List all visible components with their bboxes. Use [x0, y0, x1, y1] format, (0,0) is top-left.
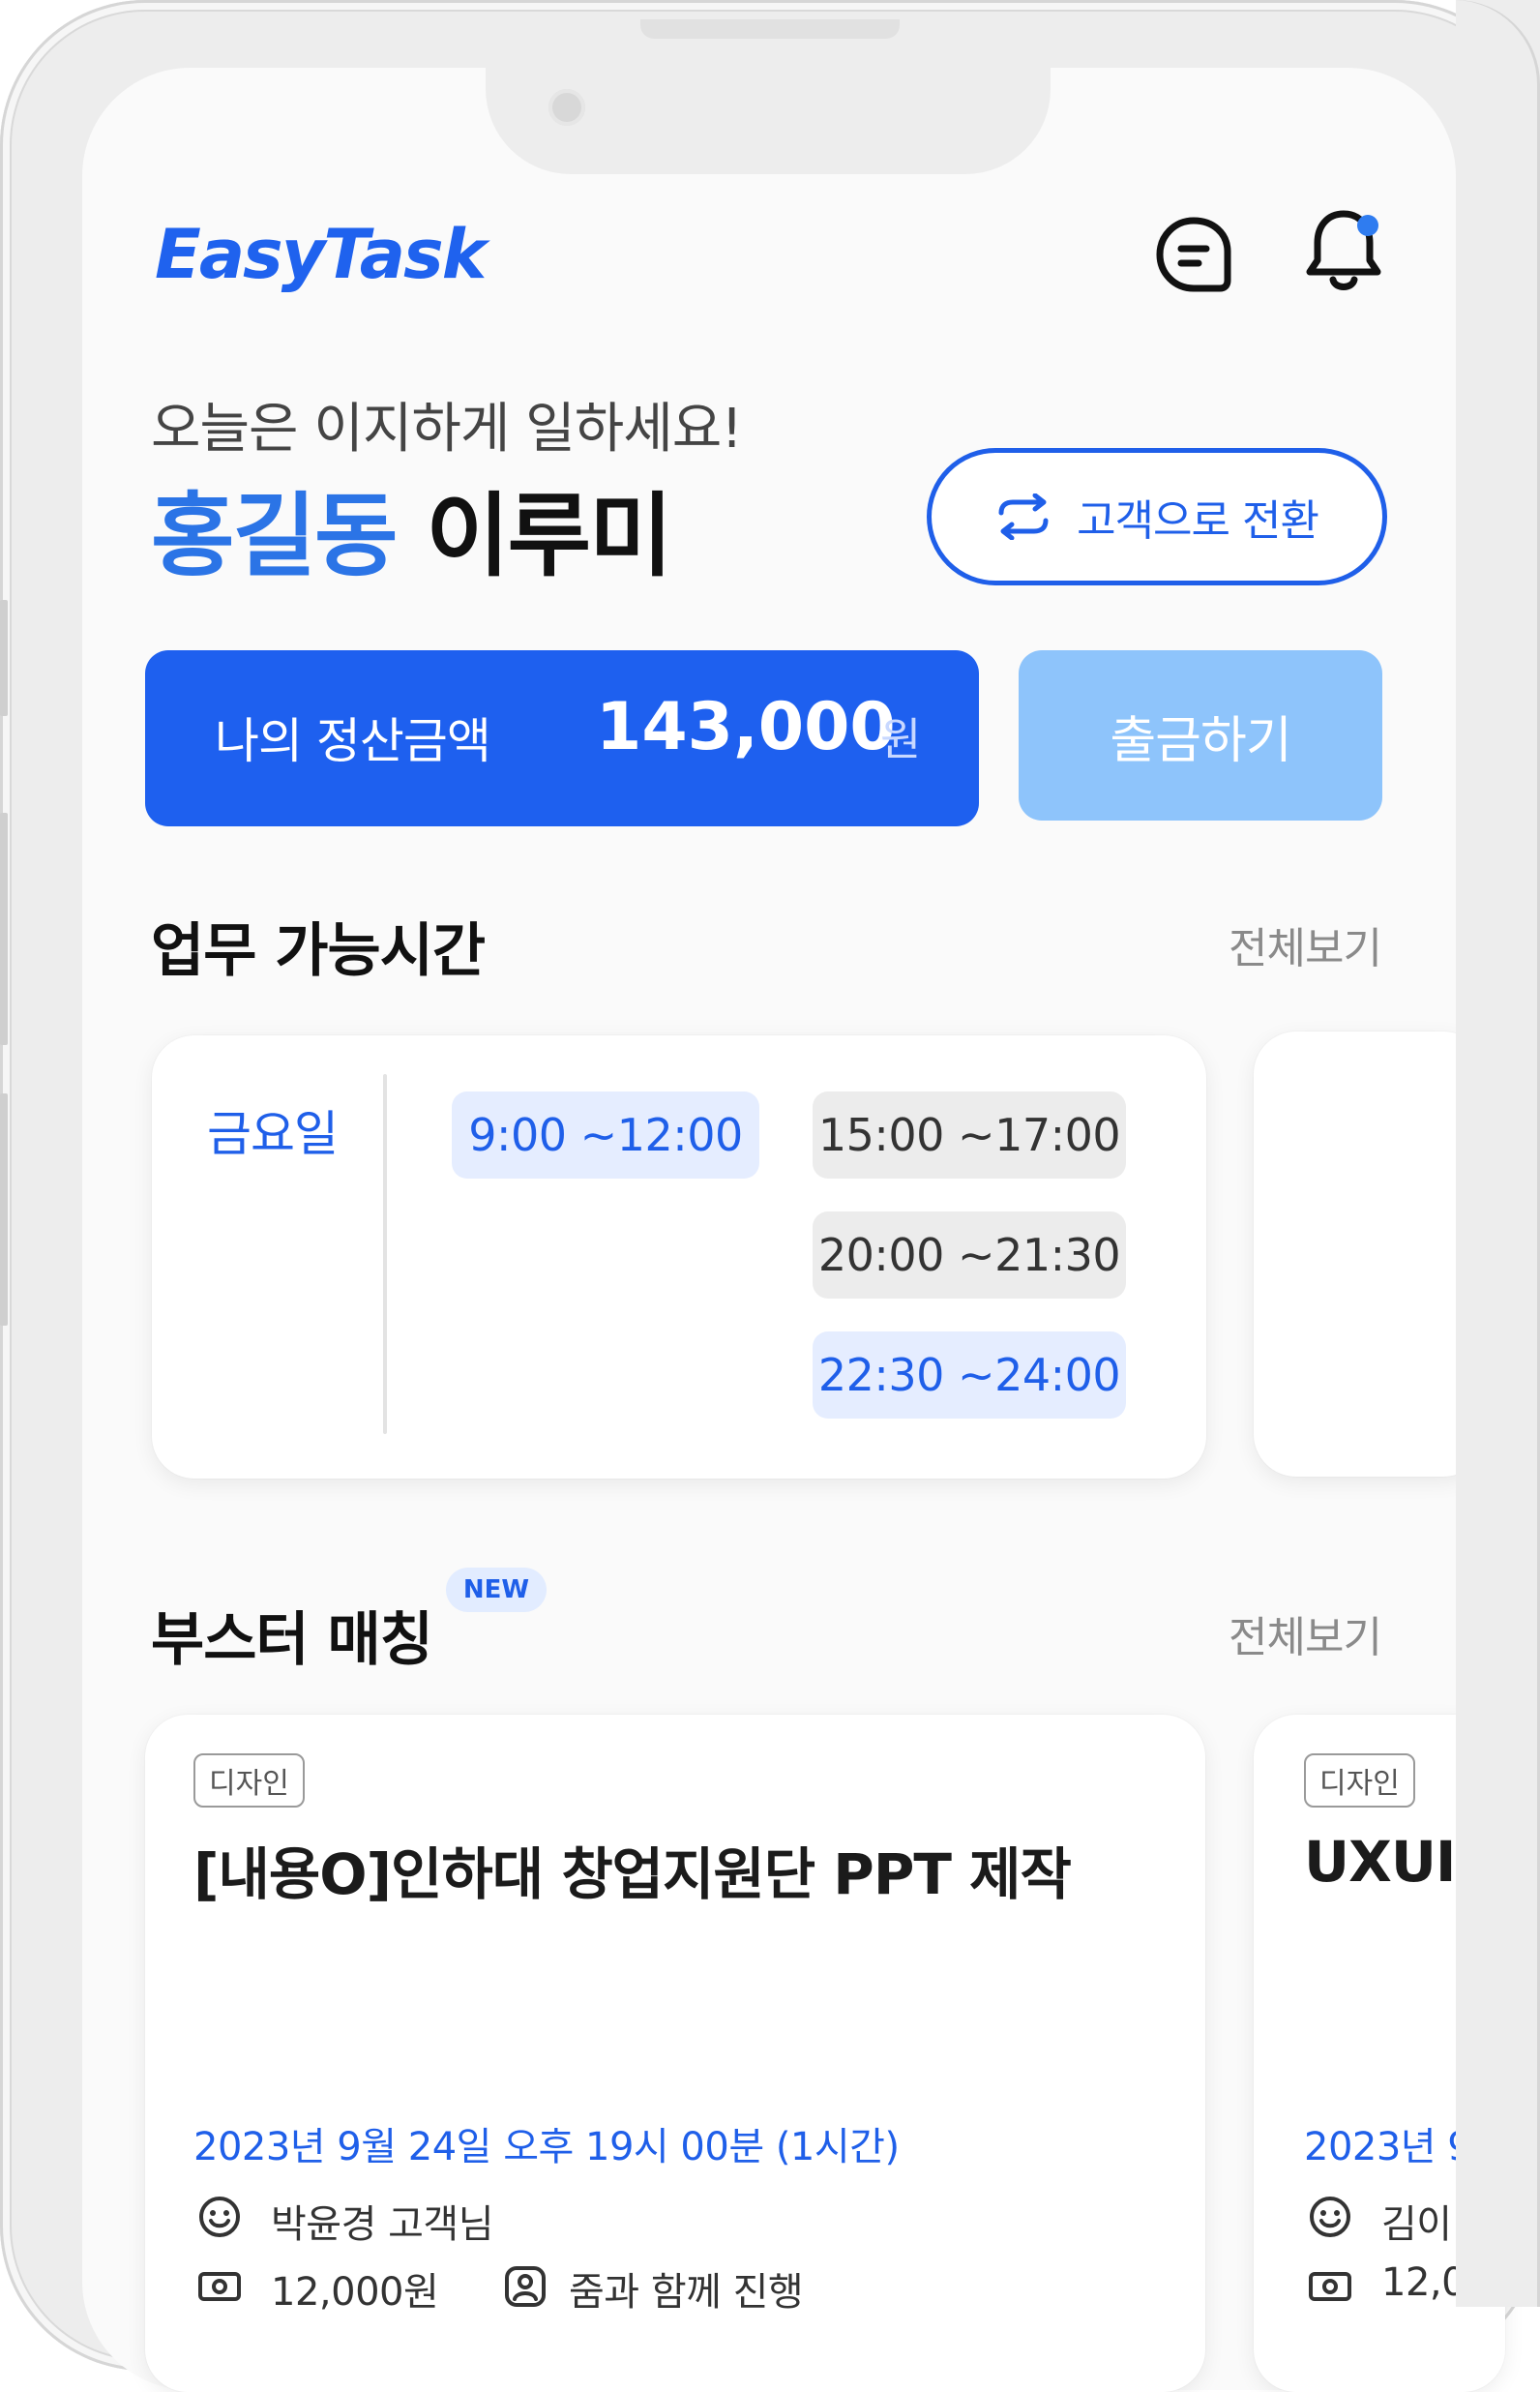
booster-view-all-link[interactable]: 전체보기	[1229, 1602, 1382, 1664]
bell-icon	[1306, 210, 1381, 290]
client-name: 김이	[1381, 2202, 1452, 2247]
match-price: 12,0	[1381, 2260, 1466, 2305]
smiley-icon	[1310, 2197, 1350, 2237]
person-icon	[505, 2266, 546, 2307]
category-tag: 디자인	[193, 1753, 305, 1808]
settlement-label: 나의 정산금액	[215, 713, 491, 769]
side-button	[0, 1093, 8, 1326]
notification-dot	[1357, 215, 1378, 236]
side-button	[0, 600, 8, 716]
match-title: [내용O]인하대 창업지원단 PPT 제작	[193, 1841, 1072, 1907]
time-slot[interactable]: 15:00 ~17:00	[813, 1091, 1126, 1179]
booster-title: 부스터 매칭	[151, 1606, 433, 1674]
availability-view-all-link[interactable]: 전체보기	[1229, 913, 1382, 975]
withdraw-button[interactable]: 출금하기	[1019, 650, 1382, 821]
user-name-highlight: 홍길동	[151, 484, 398, 589]
availability-card-next[interactable]	[1254, 1032, 1486, 1477]
swap-arrows-icon	[998, 493, 1049, 540]
match-datetime: 2023년 9	[1304, 2125, 1472, 2169]
match-mode: 줌과 함께 진행	[569, 2270, 804, 2315]
smiley-icon	[199, 2197, 240, 2237]
app-logo: EasyTask	[155, 215, 487, 294]
chat-icon	[1156, 217, 1231, 292]
settlement-amount: 143,000	[596, 689, 896, 765]
user-name-suffix: 이루미	[426, 484, 672, 589]
user-name: 홍길동 이루미	[151, 463, 673, 594]
switch-label: 고객으로 전환	[1077, 496, 1319, 546]
camera-icon	[548, 89, 585, 126]
match-title: UXUI	[1304, 1829, 1456, 1895]
side-button	[0, 813, 8, 1045]
notification-button[interactable]	[1300, 207, 1387, 294]
switch-to-customer-button[interactable]: 고객으로 전환	[927, 448, 1387, 585]
day-label: 금요일	[207, 1106, 339, 1162]
match-datetime: 2023년 9월 24일 오후 19시 00분 (1시간)	[193, 2125, 900, 2169]
money-icon	[1309, 2272, 1351, 2301]
time-slot[interactable]: 9:00 ~12:00	[452, 1091, 759, 1179]
chat-button[interactable]	[1150, 211, 1237, 298]
client-name: 박윤경 고객님	[271, 2202, 494, 2247]
time-slot[interactable]: 22:30 ~24:00	[813, 1331, 1126, 1419]
speaker-slot	[640, 19, 900, 39]
new-badge: NEW	[446, 1568, 547, 1612]
greeting-text: 오늘은 이지하게 일하세요!	[151, 398, 743, 461]
category-tag: 디자인	[1304, 1753, 1415, 1808]
settlement-card: 나의 정산금액 143,000 원	[145, 650, 979, 826]
day-divider	[383, 1074, 387, 1434]
settlement-unit: 원	[880, 713, 922, 765]
money-icon	[198, 2272, 241, 2301]
match-price: 12,000원	[271, 2270, 439, 2315]
availability-title: 업무 가능시간	[151, 917, 486, 985]
frame-edge	[1456, 0, 1540, 2307]
time-slot[interactable]: 20:00 ~21:30	[813, 1211, 1126, 1299]
